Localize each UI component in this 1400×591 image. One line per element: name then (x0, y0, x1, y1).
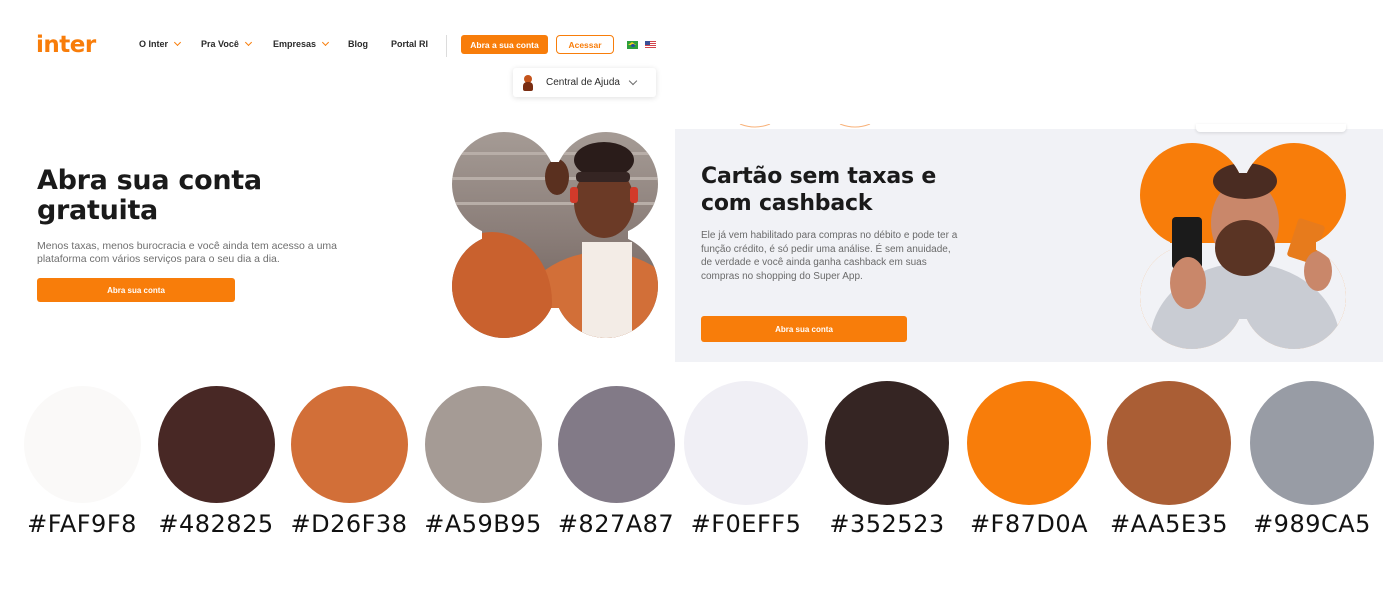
color-swatch (557, 386, 675, 503)
hero-description: Menos taxas, menos burocracia e você ain… (37, 240, 337, 265)
hero-title: Abra sua conta gratuita (37, 165, 262, 226)
cashback-description: Ele já vem habilitado para compras no dé… (701, 230, 958, 282)
nav-label: Portal RI (391, 39, 429, 49)
man-with-headphones-photo (452, 132, 658, 338)
decorative-arcs (739, 124, 871, 128)
header-divider (446, 35, 447, 57)
nav-o-inter[interactable]: O Inter (139, 38, 182, 49)
flag-brazil-icon[interactable] (627, 41, 638, 49)
color-hex-label: #AA5E35 (1109, 510, 1229, 538)
color-swatch (23, 386, 141, 503)
nav-label: O Inter (139, 39, 169, 49)
assistant-avatar-icon (522, 74, 534, 91)
cashback-title: Cartão sem taxas e com cashback (701, 164, 937, 216)
nav-empresas[interactable]: Empresas (273, 38, 330, 49)
color-hex-label: #A59B95 (424, 510, 542, 538)
open-account-cta-2[interactable]: Abra sua conta (701, 316, 907, 342)
nav-label: Empresas (273, 39, 317, 49)
color-swatch (424, 386, 542, 503)
color-hex-label: #D26F38 (290, 510, 408, 538)
access-button[interactable]: Acessar (556, 35, 614, 54)
nav-blog[interactable]: Blog (348, 39, 368, 49)
nav-portal-ri[interactable]: Portal RI (391, 39, 428, 49)
color-hex-label: #F0EFF5 (690, 510, 802, 538)
help-center-dropdown[interactable]: Central de Ajuda (513, 68, 656, 97)
color-hex-label: #352523 (829, 510, 945, 538)
color-swatch (825, 381, 949, 505)
chevron-down-icon (321, 38, 330, 47)
color-hex-label: #FAF9F8 (27, 510, 137, 538)
nav-label: Blog (348, 39, 368, 49)
flag-usa-icon[interactable] (645, 41, 656, 49)
help-center-label: Central de Ajuda (546, 77, 620, 88)
color-hex-label: #F87D0A (969, 510, 1089, 538)
color-hex-label: #482825 (158, 510, 274, 538)
color-swatch (290, 386, 408, 503)
color-hex-label: #827A87 (557, 510, 675, 538)
color-swatch (1250, 381, 1374, 505)
color-swatch (157, 386, 275, 503)
bearded-man-with-phone-and-card-photo (1140, 143, 1346, 349)
inter-logo[interactable]: inter (36, 32, 96, 58)
floating-card-edge (1196, 124, 1346, 132)
color-swatch (684, 381, 808, 505)
chevron-down-icon (173, 38, 182, 47)
chevron-down-icon (628, 76, 638, 85)
color-hex-label: #989CA5 (1253, 510, 1371, 538)
open-account-cta[interactable]: Abra sua conta (37, 278, 235, 302)
color-swatch (1107, 381, 1231, 505)
nav-label: Pra Você (201, 39, 239, 49)
color-swatch (967, 381, 1091, 505)
chevron-down-icon (244, 38, 252, 47)
open-account-button[interactable]: Abra a sua conta (461, 35, 548, 54)
nav-pra-voce[interactable]: Pra Você (201, 38, 252, 49)
